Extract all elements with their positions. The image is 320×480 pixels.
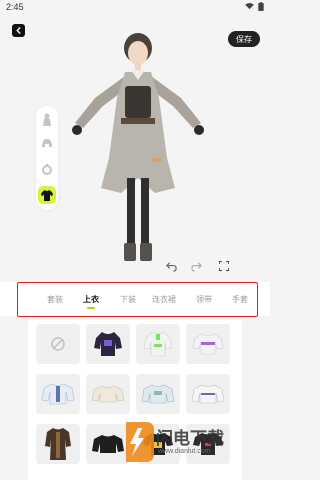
clothing-item[interactable] (136, 324, 180, 364)
cream-crop-top-icon (91, 385, 125, 403)
watermark-brand: 闪电下载 (156, 429, 224, 448)
clothing-item[interactable] (36, 424, 80, 464)
watermark: 闪电下载 www.dianlut.com (120, 420, 270, 470)
none-item[interactable] (36, 324, 80, 364)
white-purple-shirt-icon (192, 333, 224, 355)
undo-button[interactable] (163, 258, 179, 274)
hair-icon (42, 139, 52, 147)
green-hoodie-icon (143, 331, 173, 357)
avatar-left-boot (124, 243, 136, 261)
light-blue-top-icon (141, 384, 175, 404)
undo-icon (165, 261, 177, 272)
clothing-tool-button[interactable] (38, 186, 56, 204)
avatar-belt (121, 118, 155, 124)
status-icons (245, 2, 264, 11)
ring-icon (42, 163, 52, 175)
status-bar: 2:45 (0, 0, 270, 14)
tab-dresses[interactable]: 连衣裙 (152, 294, 176, 305)
redo-icon (190, 261, 202, 272)
avatar-face (128, 41, 148, 65)
fullscreen-icon (219, 261, 229, 271)
active-tab-indicator (87, 307, 95, 309)
avatar-left-leg (127, 178, 135, 248)
tab-gloves[interactable]: 手套 (232, 294, 254, 305)
wifi-icon (245, 3, 254, 10)
blue-jacket-icon (41, 383, 75, 405)
avatar-right-boot (140, 243, 152, 261)
brown-coat-icon (45, 428, 71, 460)
save-button[interactable]: 保存 (228, 31, 260, 47)
lightning-logo-icon (126, 422, 154, 462)
avatar-corset (125, 86, 151, 118)
clothing-item[interactable] (186, 324, 230, 364)
watermark-url: www.dianlut.com (158, 448, 211, 455)
none-icon (51, 337, 65, 351)
hair-tool-button[interactable] (38, 135, 56, 153)
avatar-left-glove (72, 125, 82, 135)
avatar-neck (135, 63, 141, 70)
tab-tops[interactable]: 上衣 (83, 294, 99, 305)
back-button[interactable] (12, 24, 25, 37)
person-icon (43, 113, 51, 126)
tab-bottoms[interactable]: 下装 (120, 294, 136, 305)
white-crop-jacket-icon (191, 384, 225, 404)
clothing-item[interactable] (36, 374, 80, 414)
fullscreen-button[interactable] (216, 258, 232, 274)
avatar-right-glove (194, 125, 204, 135)
avatar-accent (153, 158, 161, 162)
tab-ties[interactable]: 领带 (196, 294, 212, 305)
clothing-item[interactable] (86, 374, 130, 414)
avatar-right-leg (141, 178, 149, 248)
body-tool-button[interactable] (38, 110, 56, 128)
purple-hoodie-icon (94, 332, 122, 356)
clothing-item[interactable] (86, 324, 130, 364)
accessory-tool-button[interactable] (38, 160, 56, 178)
avatar-preview[interactable] (55, 28, 225, 278)
clothing-item[interactable] (186, 374, 230, 414)
clothing-item[interactable] (136, 374, 180, 414)
chevron-left-icon (16, 27, 21, 34)
redo-button[interactable] (188, 258, 204, 274)
tab-suit[interactable]: 套装 (47, 294, 63, 305)
category-toolbar (36, 106, 58, 210)
battery-icon (258, 2, 264, 11)
shirt-icon (41, 189, 53, 201)
status-time: 2:45 (6, 2, 24, 12)
